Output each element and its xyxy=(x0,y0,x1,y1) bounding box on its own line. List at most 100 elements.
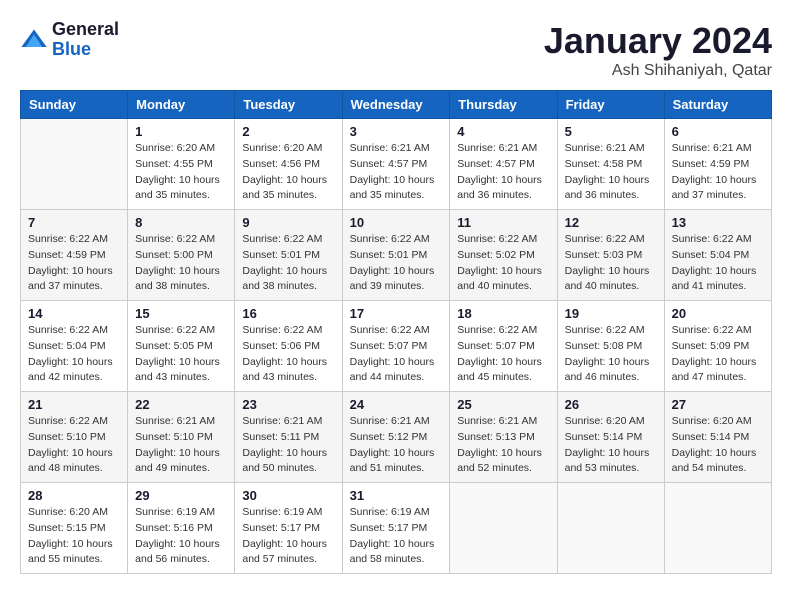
day-number: 27 xyxy=(672,397,764,412)
calendar-cell: 22 Sunrise: 6:21 AMSunset: 5:10 PMDayligh… xyxy=(128,392,235,483)
day-number: 11 xyxy=(457,215,549,230)
day-info: Sunrise: 6:21 AMSunset: 5:13 PMDaylight:… xyxy=(457,414,549,477)
day-number: 19 xyxy=(565,306,657,321)
day-info: Sunrise: 6:22 AMSunset: 5:07 PMDaylight:… xyxy=(350,323,443,386)
logo: General Blue xyxy=(20,20,119,60)
day-info: Sunrise: 6:21 AMSunset: 4:57 PMDaylight:… xyxy=(457,141,549,204)
day-number: 12 xyxy=(565,215,657,230)
day-info: Sunrise: 6:22 AMSunset: 4:59 PMDaylight:… xyxy=(28,232,120,295)
calendar-cell xyxy=(664,483,771,574)
col-header-tuesday: Tuesday xyxy=(235,91,342,119)
day-number: 13 xyxy=(672,215,764,230)
calendar-cell: 25 Sunrise: 6:21 AMSunset: 5:13 PMDayligh… xyxy=(450,392,557,483)
col-header-thursday: Thursday xyxy=(450,91,557,119)
day-info: Sunrise: 6:22 AMSunset: 5:00 PMDaylight:… xyxy=(135,232,227,295)
calendar-cell: 12 Sunrise: 6:22 AMSunset: 5:03 PMDayligh… xyxy=(557,210,664,301)
day-number: 28 xyxy=(28,488,120,503)
day-number: 8 xyxy=(135,215,227,230)
col-header-sunday: Sunday xyxy=(21,91,128,119)
calendar-cell: 19 Sunrise: 6:22 AMSunset: 5:08 PMDayligh… xyxy=(557,301,664,392)
logo-text: General Blue xyxy=(52,20,119,60)
day-number: 22 xyxy=(135,397,227,412)
day-info: Sunrise: 6:20 AMSunset: 5:14 PMDaylight:… xyxy=(672,414,764,477)
day-info: Sunrise: 6:20 AMSunset: 5:15 PMDaylight:… xyxy=(28,505,120,568)
day-info: Sunrise: 6:22 AMSunset: 5:07 PMDaylight:… xyxy=(457,323,549,386)
day-number: 26 xyxy=(565,397,657,412)
week-row-4: 21Sunrise: 6:22 AMSunset: 5:10 PMDayligh… xyxy=(21,392,772,483)
day-info: Sunrise: 6:22 AMSunset: 5:06 PMDaylight:… xyxy=(242,323,334,386)
calendar-cell: 27 Sunrise: 6:20 AMSunset: 5:14 PMDayligh… xyxy=(664,392,771,483)
day-number: 20 xyxy=(672,306,764,321)
logo-general: General xyxy=(52,20,119,40)
calendar-cell: 13 Sunrise: 6:22 AMSunset: 5:04 PMDayligh… xyxy=(664,210,771,301)
calendar-cell: 4 Sunrise: 6:21 AMSunset: 4:57 PMDaylight… xyxy=(450,119,557,210)
day-number: 7 xyxy=(28,215,120,230)
day-info: Sunrise: 6:21 AMSunset: 4:58 PMDaylight:… xyxy=(565,141,657,204)
day-number: 25 xyxy=(457,397,549,412)
day-info: Sunrise: 6:20 AMSunset: 4:56 PMDaylight:… xyxy=(242,141,334,204)
calendar-cell: 7 Sunrise: 6:22 AMSunset: 4:59 PMDaylight… xyxy=(21,210,128,301)
logo-blue: Blue xyxy=(52,40,119,60)
calendar-cell: 24Sunrise: 6:21 AMSunset: 5:12 PMDayligh… xyxy=(342,392,450,483)
day-info: Sunrise: 6:22 AMSunset: 5:01 PMDaylight:… xyxy=(242,232,334,295)
day-number: 18 xyxy=(457,306,549,321)
day-number: 16 xyxy=(242,306,334,321)
day-info: Sunrise: 6:22 AMSunset: 5:04 PMDaylight:… xyxy=(672,232,764,295)
calendar-cell: 10 Sunrise: 6:22 AMSunset: 5:01 PMDayligh… xyxy=(342,210,450,301)
calendar-cell: 31Sunrise: 6:19 AMSunset: 5:17 PMDayligh… xyxy=(342,483,450,574)
day-number: 15 xyxy=(135,306,227,321)
day-info: Sunrise: 6:22 AMSunset: 5:01 PMDaylight:… xyxy=(350,232,443,295)
day-info: Sunrise: 6:21 AMSunset: 4:57 PMDaylight:… xyxy=(350,141,443,204)
day-info: Sunrise: 6:20 AMSunset: 4:55 PMDaylight:… xyxy=(135,141,227,204)
day-info: Sunrise: 6:22 AMSunset: 5:04 PMDaylight:… xyxy=(28,323,120,386)
day-number: 10 xyxy=(350,215,443,230)
day-info: Sunrise: 6:22 AMSunset: 5:05 PMDaylight:… xyxy=(135,323,227,386)
calendar-cell: 17 Sunrise: 6:22 AMSunset: 5:07 PMDayligh… xyxy=(342,301,450,392)
col-header-saturday: Saturday xyxy=(664,91,771,119)
calendar-cell: 18 Sunrise: 6:22 AMSunset: 5:07 PMDayligh… xyxy=(450,301,557,392)
calendar-cell: 20 Sunrise: 6:22 AMSunset: 5:09 PMDayligh… xyxy=(664,301,771,392)
calendar-cell xyxy=(450,483,557,574)
day-info: Sunrise: 6:21 AMSunset: 4:59 PMDaylight:… xyxy=(672,141,764,204)
calendar-cell xyxy=(21,119,128,210)
location-subtitle: Ash Shihaniyah, Qatar xyxy=(544,62,772,80)
calendar-cell: 3Sunrise: 6:21 AMSunset: 4:57 PMDaylight… xyxy=(342,119,450,210)
calendar-cell: 16 Sunrise: 6:22 AMSunset: 5:06 PMDayligh… xyxy=(235,301,342,392)
day-info: Sunrise: 6:19 AMSunset: 5:17 PMDaylight:… xyxy=(242,505,334,568)
day-info: Sunrise: 6:21 AMSunset: 5:10 PMDaylight:… xyxy=(135,414,227,477)
calendar-cell: 1 Sunrise: 6:20 AMSunset: 4:55 PMDaylight… xyxy=(128,119,235,210)
calendar-cell: 29 Sunrise: 6:19 AMSunset: 5:16 PMDayligh… xyxy=(128,483,235,574)
day-number: 23 xyxy=(242,397,334,412)
calendar-cell: 11 Sunrise: 6:22 AMSunset: 5:02 PMDayligh… xyxy=(450,210,557,301)
day-info: Sunrise: 6:22 AMSunset: 5:08 PMDaylight:… xyxy=(565,323,657,386)
day-info: Sunrise: 6:19 AMSunset: 5:16 PMDaylight:… xyxy=(135,505,227,568)
day-info: Sunrise: 6:22 AMSunset: 5:09 PMDaylight:… xyxy=(672,323,764,386)
day-info: Sunrise: 6:22 AMSunset: 5:03 PMDaylight:… xyxy=(565,232,657,295)
day-info: Sunrise: 6:22 AMSunset: 5:02 PMDaylight:… xyxy=(457,232,549,295)
col-header-friday: Friday xyxy=(557,91,664,119)
calendar-cell: 28 Sunrise: 6:20 AMSunset: 5:15 PMDayligh… xyxy=(21,483,128,574)
week-row-2: 7 Sunrise: 6:22 AMSunset: 4:59 PMDaylight… xyxy=(21,210,772,301)
calendar-cell: 21Sunrise: 6:22 AMSunset: 5:10 PMDayligh… xyxy=(21,392,128,483)
page-header: General Blue January 2024 Ash Shihaniyah… xyxy=(20,20,772,80)
calendar-cell: 14Sunrise: 6:22 AMSunset: 5:04 PMDayligh… xyxy=(21,301,128,392)
calendar-cell: 15 Sunrise: 6:22 AMSunset: 5:05 PMDayligh… xyxy=(128,301,235,392)
day-number: 1 xyxy=(135,124,227,139)
day-number: 9 xyxy=(242,215,334,230)
day-info: Sunrise: 6:19 AMSunset: 5:17 PMDaylight:… xyxy=(350,505,443,568)
month-year-title: January 2024 xyxy=(544,20,772,62)
logo-icon xyxy=(20,26,48,54)
calendar-cell: 9 Sunrise: 6:22 AMSunset: 5:01 PMDaylight… xyxy=(235,210,342,301)
day-number: 17 xyxy=(350,306,443,321)
day-info: Sunrise: 6:21 AMSunset: 5:12 PMDaylight:… xyxy=(350,414,443,477)
calendar-header-row: SundayMondayTuesdayWednesdayThursdayFrid… xyxy=(21,91,772,119)
week-row-5: 28 Sunrise: 6:20 AMSunset: 5:15 PMDayligh… xyxy=(21,483,772,574)
calendar-cell: 30Sunrise: 6:19 AMSunset: 5:17 PMDayligh… xyxy=(235,483,342,574)
day-number: 4 xyxy=(457,124,549,139)
calendar-cell xyxy=(557,483,664,574)
calendar-cell: 6 Sunrise: 6:21 AMSunset: 4:59 PMDaylight… xyxy=(664,119,771,210)
day-number: 29 xyxy=(135,488,227,503)
day-number: 6 xyxy=(672,124,764,139)
calendar-cell: 2Sunrise: 6:20 AMSunset: 4:56 PMDaylight… xyxy=(235,119,342,210)
day-info: Sunrise: 6:22 AMSunset: 5:10 PMDaylight:… xyxy=(28,414,120,477)
